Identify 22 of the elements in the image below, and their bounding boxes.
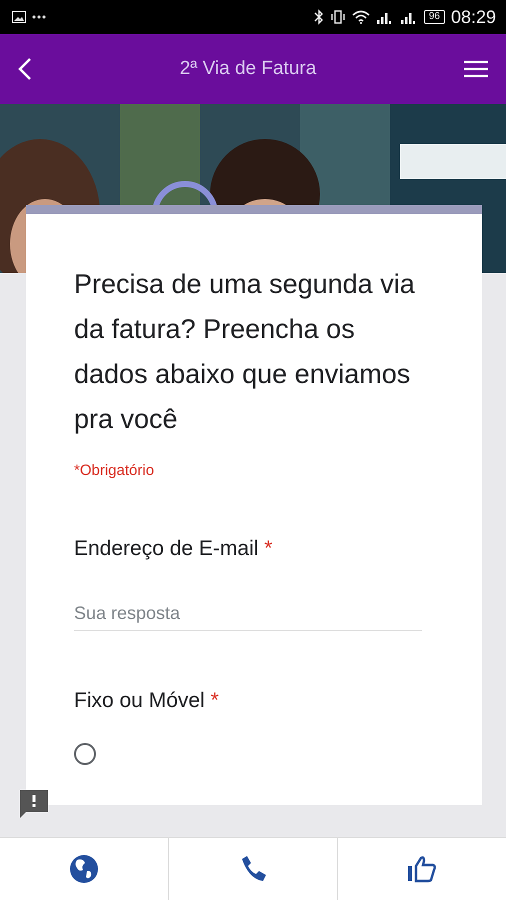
battery-indicator: 96 <box>424 10 445 24</box>
image-notification-icon <box>12 11 26 23</box>
bluetooth-icon <box>314 9 324 25</box>
question-label: Fixo ou Móvel <box>74 689 205 712</box>
wifi-icon <box>352 10 370 24</box>
signal-icon <box>400 10 418 24</box>
back-icon[interactable] <box>18 57 32 81</box>
globe-icon[interactable] <box>69 854 99 884</box>
menu-icon[interactable] <box>464 60 488 78</box>
vibrate-icon <box>330 9 346 25</box>
form-title: Precisa de uma segunda via da fatura? Preencha os dados abaixo que enviamos pra você <box>74 268 416 436</box>
required-note: *Obrigatório <box>74 462 156 479</box>
thumbs-up-icon[interactable] <box>406 854 438 884</box>
signal-icon <box>376 10 394 24</box>
clock-time: 08:29 <box>450 6 496 28</box>
question-label: Endereço de E-mail <box>74 537 258 560</box>
feedback-icon[interactable] <box>20 790 48 818</box>
required-mark: * <box>210 689 219 712</box>
more-icon <box>32 15 46 19</box>
page-title: 2ª Via de Fatura <box>180 58 316 80</box>
required-mark: * <box>264 537 272 560</box>
radio-button[interactable] <box>74 743 96 765</box>
